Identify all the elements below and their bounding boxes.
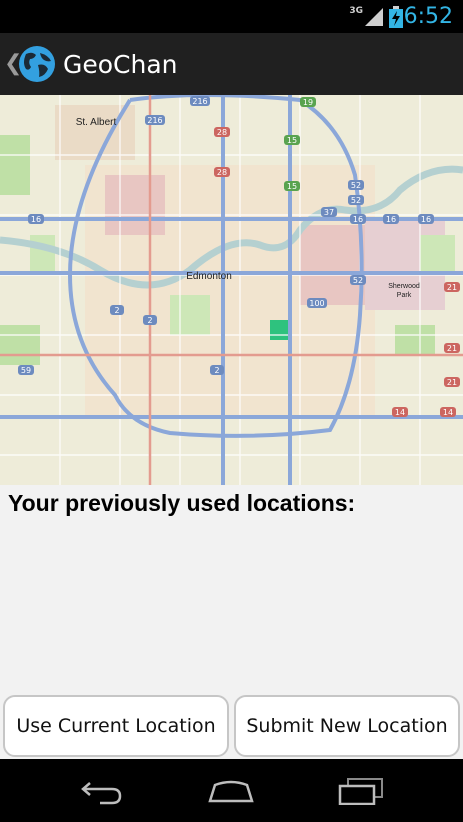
route-shield: 2 [147,316,152,325]
map-label-park: Park [397,292,412,299]
battery-charging-icon [389,6,403,28]
route-shield: 15 [287,136,297,145]
status-bar: 3G 6:52 [0,0,463,33]
route-shield: 59 [21,366,31,375]
app-title: GeoChan [63,50,178,79]
globe-icon[interactable] [18,45,56,83]
map-label-sherwood: Sherwood [388,283,420,290]
map-view[interactable]: 216 216 28 28 15 15 16 16 16 16 2 2 2 14… [0,95,463,485]
action-bar: ❮ GeoChan [0,33,463,95]
route-shield: 16 [386,215,396,224]
clock: 6:52 [403,4,453,29]
route-shield: 37 [324,208,334,217]
route-shield: 2 [114,306,119,315]
route-shield: 16 [421,215,431,224]
recent-apps-icon[interactable] [338,777,384,805]
route-shield: 216 [192,97,207,106]
map-label-st-albert: St. Albert [76,117,117,128]
route-shield: 52 [353,276,363,285]
route-shield: 19 [303,98,313,107]
route-shield: 21 [447,283,457,292]
route-shield: 14 [443,408,453,417]
route-shield: 15 [287,182,297,191]
network-type: 3G [349,6,363,16]
route-shield: 52 [351,196,361,205]
route-shield: 21 [447,344,457,353]
route-shield: 16 [31,215,41,224]
submit-new-location-button[interactable]: Submit New Location [234,695,460,757]
back-icon[interactable] [80,777,126,805]
use-current-location-button[interactable]: Use Current Location [3,695,229,757]
previous-locations-list [0,525,463,690]
route-shield: 21 [447,378,457,387]
route-shield: 2 [214,366,219,375]
route-shield: 14 [395,408,405,417]
map-label-edmonton: Edmonton [186,271,232,282]
route-shield: 28 [217,128,227,137]
previous-locations-heading: Your previously used locations: [8,490,356,516]
route-shield: 216 [147,116,162,125]
route-shield: 28 [217,168,227,177]
signal-icon [365,8,383,26]
route-shield: 16 [353,215,363,224]
home-icon[interactable] [207,777,255,805]
route-shield: 52 [351,181,361,190]
route-shield: 100 [309,299,324,308]
navigation-bar [0,759,463,822]
